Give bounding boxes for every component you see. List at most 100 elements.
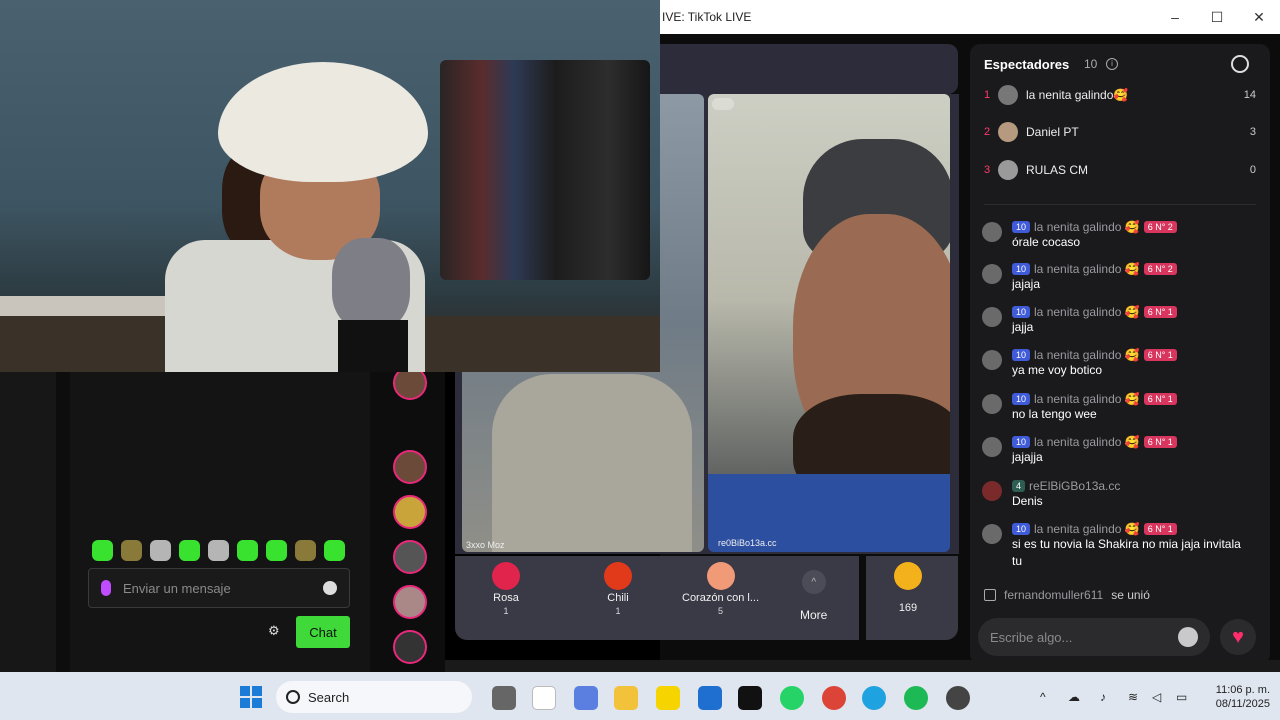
fan-badge: 6 N° 1	[1143, 349, 1177, 361]
gift-rosa[interactable]: Rosa 1	[492, 562, 520, 616]
viewer-row[interactable]: 3 RULAS CM 0	[984, 159, 1256, 181]
chat-username[interactable]: la nenita galindo 🥰	[1034, 392, 1140, 406]
smile-icon[interactable]	[323, 581, 337, 595]
level-badge: 10	[1012, 523, 1031, 535]
gift-cost: 1	[615, 606, 621, 616]
avatar	[982, 264, 1002, 284]
viewer-name: la nenita galindo🥰	[1026, 88, 1129, 102]
gift-more[interactable]: ^ More	[800, 570, 827, 622]
maximize-button[interactable]: ☐	[1196, 9, 1238, 26]
emote-icon[interactable]	[121, 540, 142, 561]
chat-message: 10 la nenita galindo 🥰 6 N° 1 ya me voy bo…	[982, 348, 1252, 379]
emote-icon[interactable]	[179, 540, 200, 561]
avatar	[998, 85, 1018, 105]
chat-username[interactable]: la nenita galindo 🥰	[1034, 262, 1140, 276]
file-explorer-icon[interactable]	[614, 686, 638, 710]
supporter-avatar[interactable]	[393, 450, 427, 484]
gift-corazon[interactable]: Corazón con l... 5	[682, 562, 759, 616]
avatar	[982, 524, 1002, 544]
sticky-notes-icon[interactable]	[656, 686, 680, 710]
spotify-icon[interactable]	[904, 686, 928, 710]
task-view-icon[interactable]	[492, 686, 516, 710]
emoji-icon[interactable]	[1178, 627, 1198, 647]
level-badge: 4	[1012, 480, 1026, 492]
cowboy-hat	[218, 62, 428, 182]
fan-badge: 6 N° 2	[1143, 263, 1177, 275]
chat-input[interactable]: Escribe algo...	[978, 618, 1210, 656]
coin-value: 169	[898, 602, 918, 614]
join-notice: fernandomuller611 se unió	[984, 588, 1150, 602]
viewer-rank: 3	[984, 164, 991, 176]
cloud-icon[interactable]: ☁	[1068, 690, 1080, 704]
chat-username[interactable]: la nenita galindo 🥰	[1034, 522, 1140, 536]
gift-cost: 1	[503, 606, 509, 616]
emote-icon[interactable]	[295, 540, 316, 561]
volume-icon[interactable]: ◁	[1152, 690, 1161, 704]
app-icon[interactable]	[946, 686, 970, 710]
chrome-icon[interactable]	[822, 686, 846, 710]
more-label: More	[800, 608, 828, 622]
chat-username[interactable]: la nenita galindo 🥰	[1034, 348, 1140, 362]
level-badge: 10	[1012, 263, 1031, 275]
emote-icon[interactable]	[150, 540, 171, 561]
supporter-avatar[interactable]	[393, 495, 427, 529]
emote-icon[interactable]	[324, 540, 345, 561]
minimize-button[interactable]: –	[1154, 9, 1196, 25]
windows-start-icon[interactable]	[240, 686, 262, 708]
heart-button[interactable]: ♥	[1220, 619, 1256, 655]
emote-icon[interactable]	[208, 540, 229, 561]
viewer-row[interactable]: 1 la nenita galindo🥰 14	[984, 84, 1256, 106]
close-button[interactable]: ✕	[1238, 9, 1280, 26]
microphone-icon[interactable]	[101, 580, 111, 596]
joined-user[interactable]: fernandomuller611	[1004, 588, 1103, 602]
gear-icon[interactable]: ⚙	[268, 624, 280, 637]
supporter-avatar[interactable]	[393, 630, 427, 664]
taskbar-search[interactable]: Search	[276, 681, 472, 713]
supporter-avatar[interactable]	[393, 540, 427, 574]
outlook-icon[interactable]	[698, 686, 722, 710]
chat-username[interactable]: la nenita galindo 🥰	[1034, 305, 1140, 319]
taskbar-clock[interactable]: 11:06 p. m. 08/11/2025	[1200, 683, 1270, 711]
chat-message: 10 la nenita galindo 🥰 6 N° 2 jajaja	[982, 262, 1252, 293]
chat-username[interactable]: la nenita galindo 🥰	[1034, 220, 1140, 234]
settings-icon[interactable]	[1231, 55, 1249, 73]
tiktok-icon[interactable]	[738, 686, 762, 710]
emote-icon[interactable]	[92, 540, 113, 561]
emote-icon[interactable]	[266, 540, 287, 561]
microphone	[332, 238, 410, 330]
supporter-avatar[interactable]	[393, 585, 427, 619]
rose-icon	[492, 562, 520, 590]
chat-message: 10 la nenita galindo 🥰 6 N° 1 si es tu nov…	[982, 522, 1252, 570]
wifi-icon[interactable]: ≋	[1128, 690, 1138, 704]
chat-input-placeholder: Escribe algo...	[990, 629, 1073, 645]
calendar-icon[interactable]	[532, 686, 556, 710]
chat-text: órale cocaso	[1012, 235, 1081, 249]
guest-label-right: re0BiBo13a.cc	[718, 538, 777, 548]
chat-username[interactable]: reElBiGBo13a.cc	[1029, 479, 1120, 493]
chevron-up-icon[interactable]: ^	[1040, 690, 1046, 704]
gift-chili[interactable]: Chili 1	[604, 562, 632, 616]
webcam-feed	[0, 0, 660, 372]
live-top-bar	[660, 44, 958, 94]
level-badge: 10	[1012, 306, 1031, 318]
copilot-icon[interactable]	[574, 686, 598, 710]
chat-text: jajaja	[1012, 277, 1041, 291]
chat-text: jajja	[1012, 320, 1034, 334]
chat-message: 10 la nenita galindo 🥰 6 N° 1 jajajja	[982, 435, 1252, 466]
coin-balance[interactable]: 169	[894, 562, 922, 614]
guest-video-right[interactable]	[708, 94, 950, 552]
emote-icon[interactable]	[237, 540, 258, 561]
guest-person	[492, 374, 692, 552]
mic-tray-icon[interactable]: ♪	[1100, 690, 1106, 704]
level-badge: 10	[1012, 393, 1031, 405]
chat-username[interactable]: la nenita galindo 🥰	[1034, 435, 1140, 449]
fan-badge: 6 N° 1	[1143, 523, 1177, 535]
whatsapp-icon[interactable]	[780, 686, 804, 710]
info-icon[interactable]: i	[1106, 58, 1118, 70]
edge-icon[interactable]	[862, 686, 886, 710]
stream-message-input[interactable]: Enviar un mensaje	[88, 568, 350, 608]
chat-button[interactable]: Chat	[296, 616, 350, 648]
chevron-up-icon: ^	[801, 570, 826, 594]
battery-icon[interactable]: ▭	[1176, 690, 1187, 704]
viewer-row[interactable]: 2 Daniel PT 3	[984, 121, 1256, 143]
